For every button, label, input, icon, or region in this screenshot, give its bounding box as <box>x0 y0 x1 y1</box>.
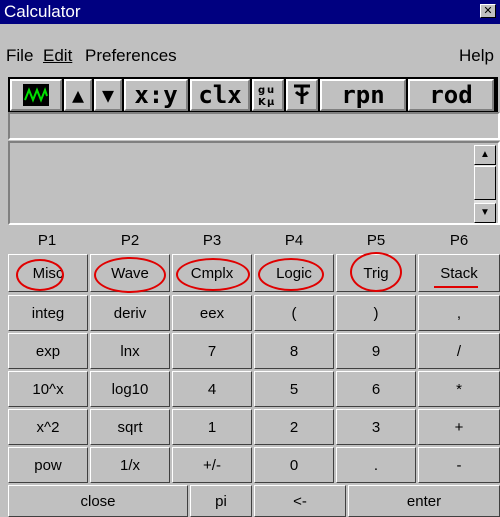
svg-text:u: u <box>267 85 274 96</box>
close-icon[interactable]: ✕ <box>480 4 496 18</box>
wave-icon[interactable] <box>10 79 62 111</box>
key-log10[interactable]: log10 <box>90 371 170 407</box>
key-exp[interactable]: exp <box>8 333 88 369</box>
close-button[interactable]: close <box>8 485 188 517</box>
menu-help[interactable]: Help <box>459 46 494 66</box>
up-arrow-icon[interactable]: ▲ <box>64 79 92 111</box>
unit-conversion-icon[interactable]: guKμ <box>252 79 284 111</box>
key-decimal[interactable]: . <box>336 447 416 483</box>
menu-bar: File Edit Preferences Help <box>0 44 500 72</box>
page-button-logic[interactable]: Logic <box>254 254 334 292</box>
key-6[interactable]: 6 <box>336 371 416 407</box>
key-x-squared[interactable]: x^2 <box>8 409 88 445</box>
rod-button[interactable]: rod <box>408 79 494 111</box>
calculator-window: Calculator ✕ File Edit Preferences Help … <box>0 0 500 517</box>
key-0[interactable]: 0 <box>254 447 334 483</box>
key-integ[interactable]: integ <box>8 295 88 331</box>
key-eex[interactable]: eex <box>172 295 252 331</box>
key-pi[interactable]: pi <box>190 485 252 517</box>
title-bar: Calculator ✕ <box>0 0 500 24</box>
clx-button[interactable]: clx <box>190 79 250 111</box>
scrollbar[interactable]: ▲ ▼ <box>474 145 496 223</box>
key-plus-minus[interactable]: +/- <box>172 447 252 483</box>
key-sqrt[interactable]: sqrt <box>90 409 170 445</box>
key-plus[interactable]: + <box>418 409 500 445</box>
key-3[interactable]: 3 <box>336 409 416 445</box>
svg-text:μ: μ <box>267 97 275 108</box>
input-line[interactable] <box>8 112 500 140</box>
key-minus[interactable]: - <box>418 447 500 483</box>
page-label-p6: P6 <box>449 232 469 249</box>
window-title: Calculator <box>4 2 81 21</box>
enter-button[interactable]: enter <box>348 485 500 517</box>
key-7[interactable]: 7 <box>172 333 252 369</box>
page-button-wave[interactable]: Wave <box>90 254 170 292</box>
menu-edit[interactable]: Edit <box>43 46 72 66</box>
key-close-paren[interactable]: ) <box>336 295 416 331</box>
key-1[interactable]: 1 <box>172 409 252 445</box>
page-label-p3: P3 <box>202 232 222 249</box>
swap-xy-button[interactable]: x:y <box>124 79 188 111</box>
page-button-cmplx[interactable]: Cmplx <box>172 254 252 292</box>
page-button-trig[interactable]: Trig <box>336 254 416 292</box>
key-multiply[interactable]: * <box>418 371 500 407</box>
key-open-paren[interactable]: ( <box>254 295 334 331</box>
down-arrow-icon[interactable]: ▼ <box>94 79 122 111</box>
key-divide[interactable]: / <box>418 333 500 369</box>
key-lnx[interactable]: lnx <box>90 333 170 369</box>
key-8[interactable]: 8 <box>254 333 334 369</box>
key-5[interactable]: 5 <box>254 371 334 407</box>
key-10-pow-x[interactable]: 10^x <box>8 371 88 407</box>
page-label-p1: P1 <box>37 232 57 249</box>
key-deriv[interactable]: deriv <box>90 295 170 331</box>
scroll-thumb[interactable] <box>474 166 496 200</box>
scroll-up-icon[interactable]: ▲ <box>474 145 496 165</box>
stack-display: ▲ ▼ <box>8 141 500 225</box>
backspace-button[interactable]: <- <box>254 485 346 517</box>
scroll-down-icon[interactable]: ▼ <box>474 203 496 223</box>
key-pow[interactable]: pow <box>8 447 88 483</box>
page-label-p4: P4 <box>284 232 304 249</box>
svg-text:g: g <box>258 85 265 96</box>
key-9[interactable]: 9 <box>336 333 416 369</box>
annotation-underline <box>434 286 478 288</box>
menu-preferences[interactable]: Preferences <box>85 46 177 66</box>
page-button-misc[interactable]: Misc <box>8 254 88 292</box>
key-comma[interactable]: , <box>418 295 500 331</box>
toolbar: ▲ ▼ x:y clx guKμ rpn rod <box>8 77 498 115</box>
function-icon[interactable] <box>286 79 318 111</box>
rpn-button[interactable]: rpn <box>320 79 406 111</box>
key-4[interactable]: 4 <box>172 371 252 407</box>
page-label-p5: P5 <box>366 232 386 249</box>
page-label-p2: P2 <box>120 232 140 249</box>
key-2[interactable]: 2 <box>254 409 334 445</box>
key-reciprocal[interactable]: 1/x <box>90 447 170 483</box>
svg-text:K: K <box>258 97 267 108</box>
menu-file[interactable]: File <box>6 46 33 66</box>
